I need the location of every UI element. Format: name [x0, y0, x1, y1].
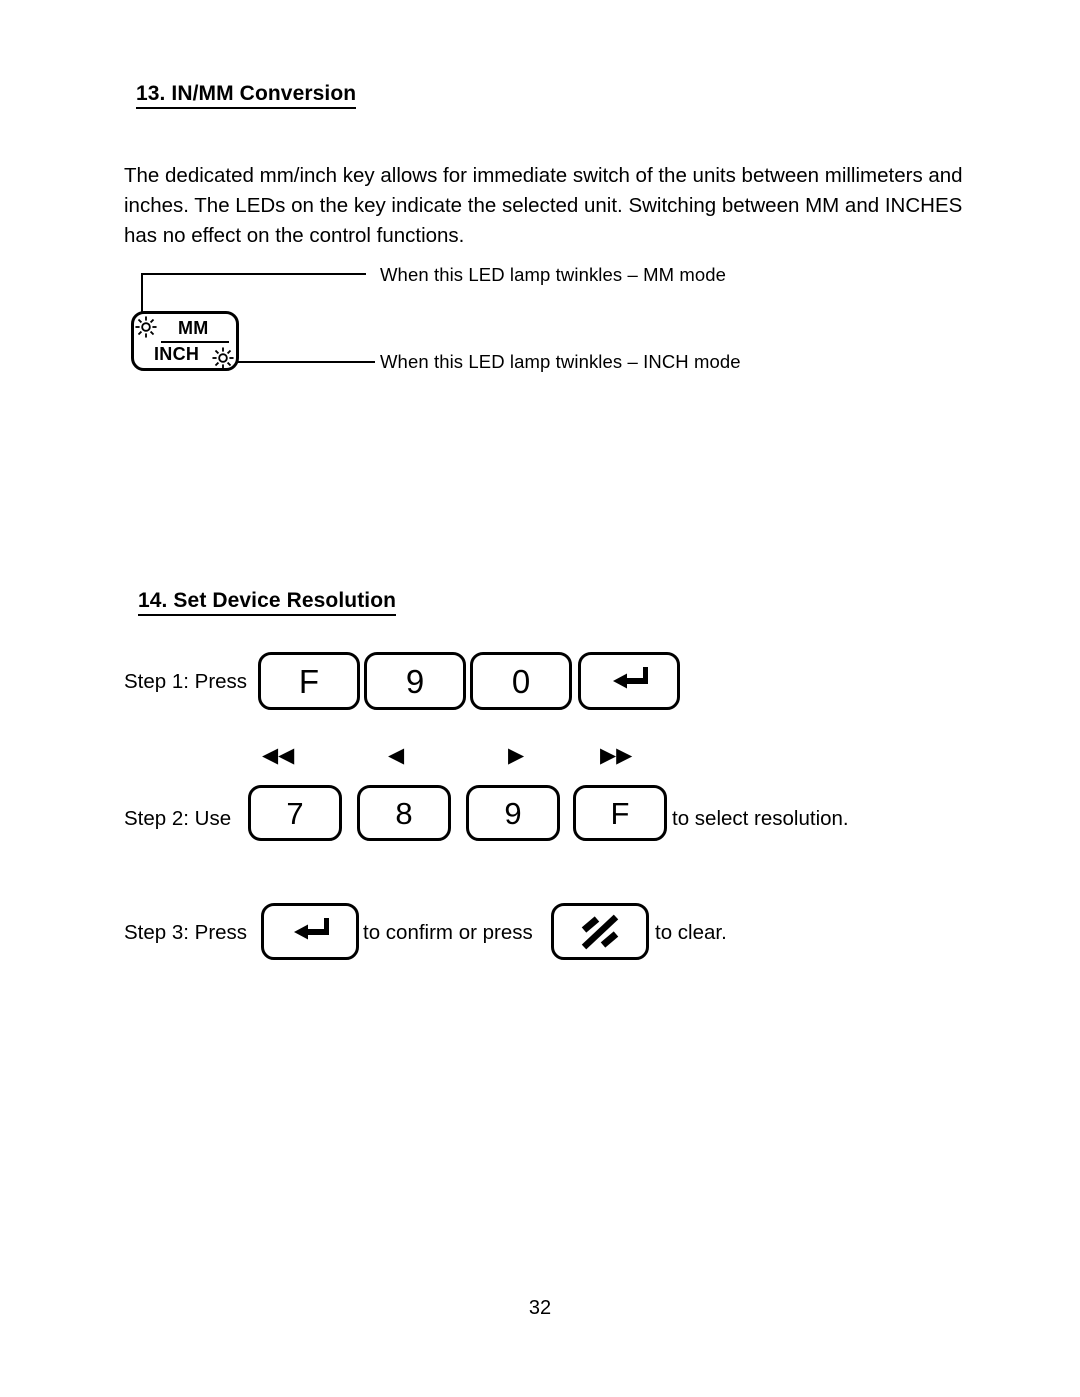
callout-label-inch-mode: When this LED lamp twinkles – INCH mode	[380, 351, 741, 372]
left-arrow-icon: ◀	[388, 744, 405, 767]
arrow-indicator-key-8: ◀	[388, 745, 404, 766]
section-heading-set-device-resolution: 14. Set Device Resolution	[138, 589, 397, 616]
callout-leader-line-bottom	[230, 361, 375, 363]
key-f[interactable]: F	[258, 652, 360, 710]
led-lamp-icon-mm	[135, 316, 157, 338]
step-3-label: Step 3: Press	[124, 921, 248, 944]
mm-inch-divider	[161, 341, 229, 343]
arrow-indicator-key-f: ▶▶	[600, 745, 632, 766]
key-enter[interactable]	[261, 903, 359, 960]
document-page: 13. IN/MM Conversion The dedicated mm/in…	[0, 0, 1080, 1397]
step-3-trailing-text: to clear.	[655, 921, 727, 944]
step-2-trailing-text: to select resolution.	[672, 807, 849, 830]
key-7[interactable]: 7	[248, 785, 342, 841]
key-enter[interactable]	[578, 652, 680, 710]
double-right-arrow-icon: ▶▶	[600, 744, 633, 767]
key-clear[interactable]	[551, 903, 649, 960]
right-arrow-icon: ▶	[508, 744, 525, 767]
enter-arrow-icon	[603, 666, 655, 696]
step-3-middle-text: to confirm or press	[363, 921, 533, 944]
step-1-label: Step 1: Press	[124, 670, 248, 693]
step-2-label: Step 2: Use	[124, 807, 232, 830]
mm-inch-led-diagram: MM INCH When this LED lamp twinkles – MM…	[120, 255, 780, 395]
key-f[interactable]: F	[573, 785, 667, 841]
arrow-indicator-key-9: ▶	[508, 745, 524, 766]
in-mm-conversion-paragraph: The dedicated mm/inch key allows for imm…	[124, 163, 963, 247]
clear-slash-icon	[571, 912, 629, 952]
page-number: 32	[528, 1297, 552, 1319]
mm-inch-key[interactable]: MM INCH	[131, 311, 239, 371]
heading-text: 13. IN/MM Conversion	[136, 82, 357, 109]
heading-text: 14. Set Device Resolution	[138, 589, 397, 616]
mm-label: MM	[178, 318, 209, 338]
arrow-indicator-key-7: ◀◀	[262, 745, 294, 766]
enter-arrow-icon	[284, 917, 336, 947]
inch-label: INCH	[154, 344, 200, 364]
key-9[interactable]: 9	[364, 652, 466, 710]
double-left-arrow-icon: ◀◀	[262, 744, 295, 767]
callout-leader-line-top	[141, 273, 366, 275]
key-9[interactable]: 9	[466, 785, 560, 841]
key-8[interactable]: 8	[357, 785, 451, 841]
callout-label-mm-mode: When this LED lamp twinkles – MM mode	[380, 264, 727, 285]
key-0[interactable]: 0	[470, 652, 572, 710]
section-heading-in-mm-conversion: 13. IN/MM Conversion	[136, 82, 357, 109]
led-lamp-icon-inch	[212, 347, 234, 369]
